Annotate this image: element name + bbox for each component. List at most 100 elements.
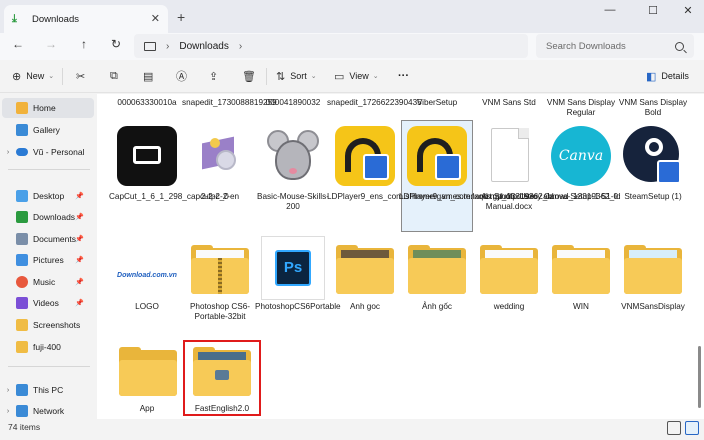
photoshop-thumbnail[interactable]: Ps (261, 236, 325, 300)
nav-item-music[interactable]: Music 📌 (2, 272, 94, 292)
file-name: WIN (573, 302, 589, 311)
share-button[interactable]: ⇪ (209, 68, 223, 84)
zip-folder-icon[interactable] (191, 245, 249, 294)
download-icon (16, 211, 28, 223)
nav-label: Desktop (33, 191, 65, 201)
folder-icon[interactable] (624, 245, 682, 294)
ldplayer-icon[interactable] (405, 124, 469, 188)
new-label: New (26, 71, 45, 81)
nav-item-screenshots[interactable]: Screenshots (2, 315, 94, 335)
close-button[interactable]: ✕ (678, 4, 698, 20)
network-icon (16, 405, 28, 417)
divider (8, 366, 90, 367)
maximize-button[interactable]: ☐ (643, 4, 663, 20)
details-button[interactable]: ◧ Details (646, 68, 689, 84)
nav-item-gallery[interactable]: Gallery (2, 120, 94, 140)
back-button[interactable]: ← (10, 37, 26, 53)
nav-item-home[interactable]: Home (2, 98, 94, 118)
chevron-right-icon[interactable]: › (2, 149, 14, 156)
gallery-icon (16, 124, 28, 136)
chevron-right-icon[interactable]: › (239, 41, 242, 52)
nav-item-documents[interactable]: Documents 📌 (2, 229, 94, 249)
computer-icon (16, 384, 28, 396)
more-options-button[interactable]: ··· (398, 68, 409, 84)
scrollbar-thumb[interactable] (698, 346, 701, 408)
address-bar[interactable]: › Downloads › (134, 34, 528, 58)
folder-icon[interactable] (336, 245, 394, 294)
pin-icon: 📌 (75, 214, 84, 221)
search-box[interactable]: Search Downloads (536, 34, 694, 58)
file-item[interactable]: 000063330010a (109, 98, 185, 108)
nav-item-this-pc[interactable]: › This PC (2, 380, 94, 400)
folder-icon[interactable] (193, 347, 251, 396)
minimize-button[interactable]: — (600, 4, 620, 20)
nav-item-network[interactable]: › Network (2, 401, 94, 419)
file-item[interactable]: ViberSetup (399, 98, 475, 108)
separator (62, 68, 63, 85)
pin-icon: 📌 (75, 257, 84, 264)
nav-item-fuji-400[interactable]: fuji-400 (2, 337, 94, 357)
file-name: Art Studio User Manual.docx (481, 192, 537, 212)
file-name: Anh goc (349, 302, 381, 311)
search-input[interactable]: Search Downloads (546, 41, 675, 52)
nav-label: Music (33, 277, 56, 287)
refresh-button[interactable]: ↻ (108, 37, 124, 53)
tab-close-icon[interactable]: ✕ (151, 12, 160, 25)
copy-button[interactable]: ⧉ (110, 68, 123, 84)
folder-icon[interactable] (408, 245, 466, 294)
file-item[interactable]: VNM Sans Display Regular (543, 98, 619, 119)
pin-icon: 📌 (75, 279, 84, 286)
breadcrumb-downloads[interactable]: Downloads (179, 41, 228, 52)
folder-icon[interactable] (480, 245, 538, 294)
file-name: 2-2-2-2-en (200, 192, 240, 201)
file-name: LOGO (135, 302, 159, 311)
title-bar: ⤓ Downloads ✕ + — ☐ ✕ (0, 0, 704, 33)
canva-icon[interactable]: Canva (549, 124, 613, 188)
tab-downloads[interactable]: ⤓ Downloads ✕ (4, 5, 168, 33)
nav-item-downloads[interactable]: Downloads 📌 (2, 207, 94, 227)
sort-button[interactable]: ⇅ Sort ⌄ (276, 68, 317, 84)
view-button[interactable]: ▭ View ⌄ (334, 68, 379, 84)
capcut-icon[interactable] (115, 124, 179, 188)
chevron-right-icon[interactable]: › (2, 387, 14, 394)
nav-label: fuji-400 (33, 342, 61, 352)
plus-icon: ⊕ (12, 70, 22, 83)
file-item[interactable]: 000041890032 (255, 98, 331, 108)
mouse-app-icon[interactable] (261, 124, 325, 188)
forward-button[interactable]: → (43, 37, 59, 53)
delete-button[interactable]: 🗑 (242, 68, 261, 84)
file-name: LDPlayer9_ens_com.shimmergames.tenants.g… (327, 192, 554, 202)
nav-item-pictures[interactable]: Pictures 📌 (2, 250, 94, 270)
rename-button[interactable]: Ⓐ (176, 68, 192, 84)
file-item[interactable]: VNM Sans Display Bold (615, 98, 691, 119)
nav-item-videos[interactable]: Videos 📌 (2, 293, 94, 313)
search-icon (675, 41, 684, 51)
nav-label: Home (33, 103, 56, 113)
folder-icon[interactable] (552, 245, 610, 294)
steam-icon[interactable] (621, 124, 685, 188)
large-icons-view-icon[interactable] (685, 421, 699, 435)
nav-item-desktop[interactable]: Desktop 📌 (2, 186, 94, 206)
chevron-right-icon[interactable]: › (2, 408, 14, 415)
paste-button[interactable]: ▤ (143, 68, 158, 84)
up-button[interactable]: ↑ (76, 37, 92, 53)
chevron-down-icon: ⌄ (372, 73, 379, 80)
ldplayer-icon[interactable] (333, 124, 397, 188)
nav-item-onedrive[interactable]: › Vũ - Personal (2, 142, 94, 162)
details-view-icon[interactable] (667, 421, 681, 435)
canva-logo-text: Canva (558, 148, 604, 164)
installer-icon[interactable] (188, 124, 252, 188)
file-item[interactable]: snapedit_1730088819259 (182, 98, 277, 108)
divider (8, 169, 90, 170)
file-item[interactable]: VNM Sans Std (471, 98, 547, 108)
cut-button[interactable]: ✂ (76, 68, 90, 84)
vertical-scrollbar[interactable] (695, 94, 704, 419)
file-name: Photoshop CS6-Portable-32bit (189, 302, 251, 322)
folder-icon[interactable] (119, 347, 177, 396)
file-item[interactable]: snapedit_1726622390435 (327, 98, 422, 108)
new-tab-button[interactable]: + (177, 9, 185, 25)
nav-label: Documents (33, 234, 76, 244)
document-icon[interactable] (477, 124, 541, 188)
image-thumbnail[interactable]: Download.com.vn (115, 244, 179, 308)
new-button[interactable]: ⊕ New ⌄ (12, 68, 54, 84)
